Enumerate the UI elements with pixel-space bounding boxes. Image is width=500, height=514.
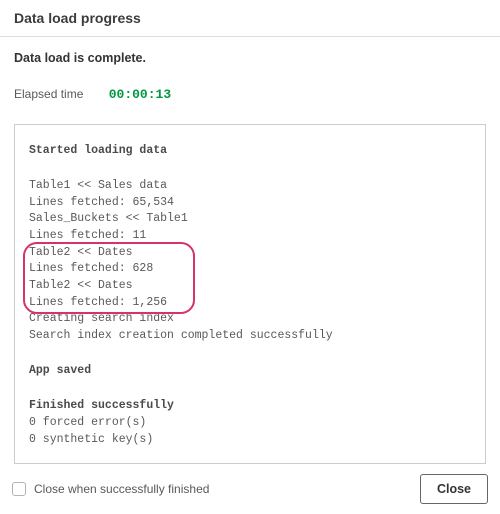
- log-line: Lines fetched: 65,534: [29, 195, 475, 212]
- log-line: Lines fetched: 628: [29, 261, 475, 278]
- log-line: Search index creation completed successf…: [29, 328, 475, 345]
- log-line: Table1 << Sales data: [29, 178, 475, 195]
- log-line: Lines fetched: 11: [29, 228, 475, 245]
- log-panel: Started loading data Table1 << Sales dat…: [14, 124, 486, 464]
- close-button[interactable]: Close: [420, 474, 488, 504]
- log-app-saved-head: App saved: [29, 363, 475, 380]
- log-synthetic-keys: 0 synthetic key(s): [29, 432, 475, 449]
- log-line: Sales_Buckets << Table1: [29, 211, 475, 228]
- log-finished-head: Finished successfully: [29, 398, 475, 415]
- log-line: Creating search index: [29, 311, 475, 328]
- dialog-title: Data load progress: [14, 10, 486, 26]
- elapsed-label: Elapsed time: [14, 87, 83, 101]
- log-line: Table2 << Dates: [29, 278, 475, 295]
- log-line: Table2 << Dates: [29, 245, 475, 262]
- elapsed-time: 00:00:13: [109, 87, 171, 102]
- checkbox-icon[interactable]: [12, 482, 26, 496]
- status-message: Data load is complete.: [0, 37, 500, 65]
- log-forced-errors: 0 forced error(s): [29, 415, 475, 432]
- close-when-finished-option[interactable]: Close when successfully finished: [12, 482, 209, 496]
- dialog-footer: Close when successfully finished Close: [0, 464, 500, 514]
- checkbox-label: Close when successfully finished: [34, 482, 209, 496]
- log-line: Lines fetched: 1,256: [29, 295, 475, 312]
- dialog-header: Data load progress: [0, 0, 500, 37]
- data-load-dialog: Data load progress Data load is complete…: [0, 0, 500, 514]
- log-started-head: Started loading data: [29, 143, 475, 160]
- elapsed-row: Elapsed time 00:00:13: [0, 65, 500, 108]
